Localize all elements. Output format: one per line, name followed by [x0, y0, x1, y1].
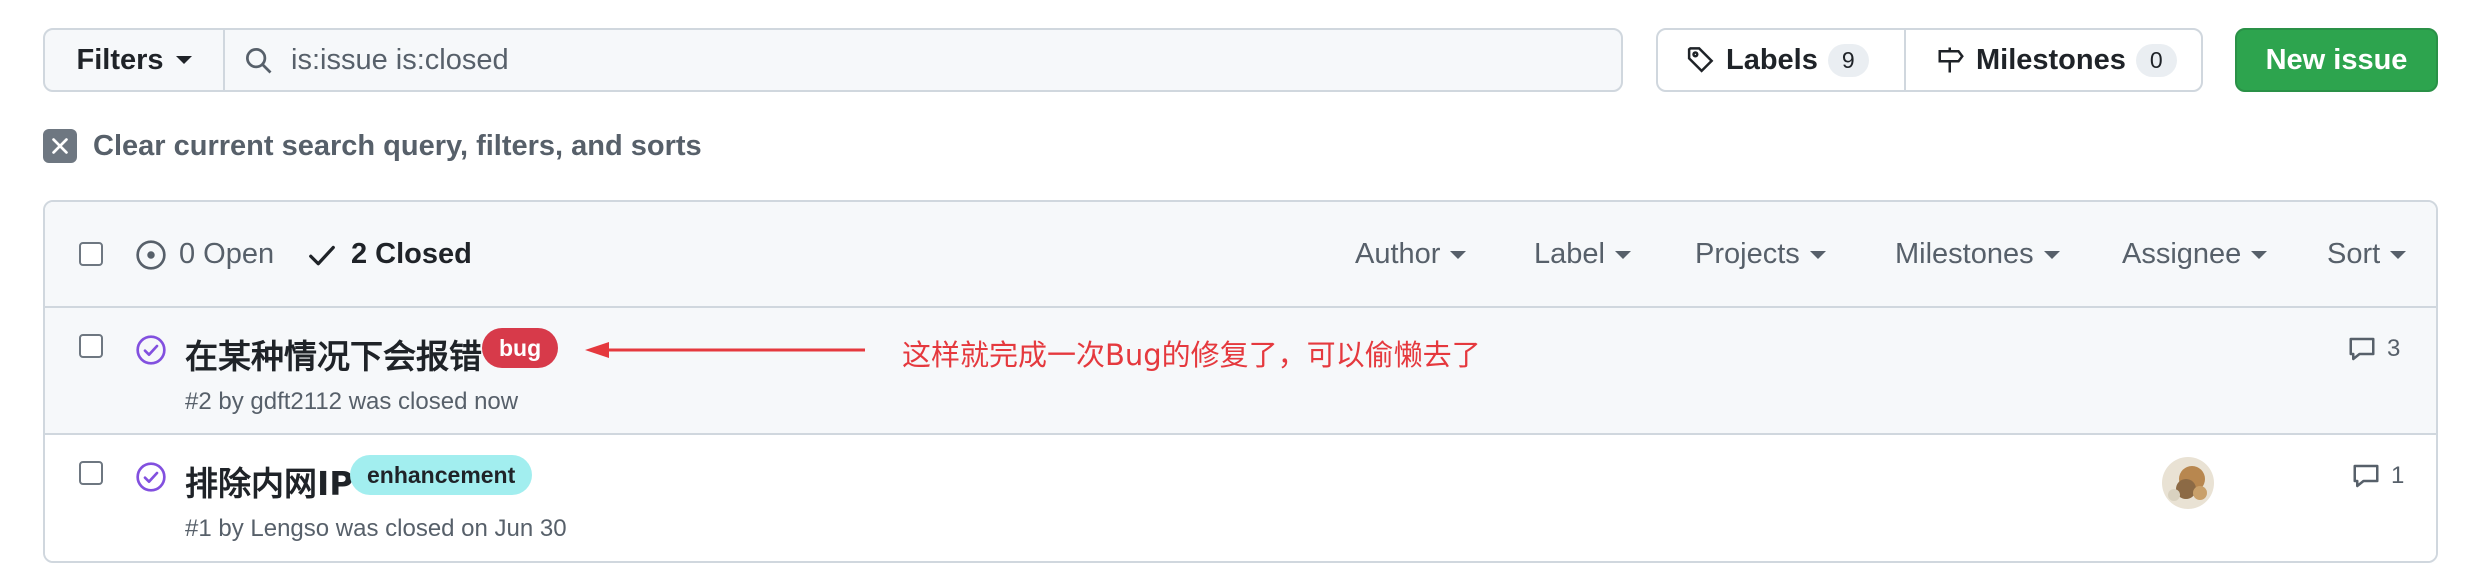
projects-filter-label: Projects: [1695, 238, 1800, 270]
clear-filters-label: Clear current search query, filters, and…: [93, 129, 702, 162]
open-issues-tab[interactable]: 0 Open: [135, 238, 274, 271]
chevron-down-icon: [1614, 250, 1631, 259]
labels-milestones-group: Labels 9 Milestones 0: [1656, 28, 2203, 92]
open-issues-label: 0 Open: [179, 238, 275, 270]
clear-filters-link[interactable]: Clear current search query, filters, and…: [43, 126, 702, 166]
milestones-count-badge: 0: [2135, 43, 2177, 77]
new-issue-button[interactable]: New issue: [2235, 28, 2438, 92]
annotation-text: 这样就完成一次Bug的修复了，可以偷懒去了: [902, 338, 1481, 372]
issue-closed-icon: [136, 335, 166, 365]
issue-meta: #1 by Lengso was closed on Jun 30: [185, 515, 567, 542]
filter-search-bar: Filters: [43, 28, 1623, 92]
label-enhancement[interactable]: enhancement: [350, 455, 533, 495]
comments-count: 3: [2387, 335, 2401, 362]
comments-count: 1: [2391, 462, 2405, 489]
comment-icon: [2353, 464, 2379, 488]
label-bug[interactable]: bug: [482, 328, 559, 368]
milestones-button[interactable]: Milestones 0: [1904, 30, 2195, 90]
chevron-down-icon: [2251, 250, 2268, 259]
select-all-checkbox[interactable]: [79, 242, 103, 266]
comments-link[interactable]: 3: [2347, 334, 2400, 364]
issues-list-header: 0 Open 2 Closed Author Label Projects Mi…: [45, 202, 2436, 308]
labels-button[interactable]: Labels 9: [1658, 30, 1904, 90]
assignee-filter-label: Assignee: [2122, 238, 2242, 270]
search-wrapper: [225, 30, 1621, 90]
closed-issues-label: 2 Closed: [351, 238, 472, 270]
comment-icon: [2349, 337, 2375, 361]
chevron-down-icon: [1809, 250, 1826, 259]
search-input[interactable]: [291, 43, 1621, 77]
issue-checkbox[interactable]: [79, 334, 103, 358]
check-icon: [309, 245, 335, 265]
issue-closed-icon: [136, 462, 166, 492]
milestones-filter-label: Milestones: [1895, 238, 2034, 270]
author-filter-label: Author: [1355, 238, 1441, 270]
assignee-avatar[interactable]: [2162, 457, 2214, 509]
issue-title-link[interactable]: 在某种情况下会报错: [185, 330, 482, 378]
label-filter-label: Label: [1534, 238, 1605, 270]
issue-open-icon: [136, 239, 166, 270]
issue-checkbox[interactable]: [79, 461, 103, 485]
issue-row: 在某种情况下会报错 bug 这样就完成一次Bug的修复了，可以偷懒去了 #2 b…: [45, 308, 2436, 435]
tag-icon: [1687, 47, 1714, 73]
milestones-label: Milestones: [1976, 43, 2126, 76]
closed-issues-tab[interactable]: 2 Closed: [307, 238, 472, 271]
milestone-icon: [1938, 47, 1964, 73]
sort-filter[interactable]: Sort: [2327, 238, 2407, 271]
labels-count-badge: 9: [1827, 43, 1869, 77]
sort-filter-label: Sort: [2327, 238, 2381, 270]
annotation-arrow-icon: [585, 342, 865, 358]
chevron-down-icon: [2390, 250, 2407, 259]
milestones-filter[interactable]: Milestones: [1895, 238, 2060, 271]
issue-title-link[interactable]: 排除内网IP: [185, 457, 353, 505]
author-filter[interactable]: Author: [1355, 238, 1467, 271]
chevron-down-icon: [175, 56, 192, 64]
chevron-down-icon: [2043, 250, 2060, 259]
assignee-filter[interactable]: Assignee: [2122, 238, 2268, 271]
filters-dropdown-button[interactable]: Filters: [45, 30, 225, 90]
issue-row: 排除内网IP enhancement #1 by Lengso was clos…: [45, 435, 2436, 561]
projects-filter[interactable]: Projects: [1695, 238, 1826, 271]
labels-label: Labels: [1726, 43, 1818, 76]
label-filter[interactable]: Label: [1534, 238, 1631, 271]
close-icon: [43, 129, 77, 163]
issues-list: 0 Open 2 Closed Author Label Projects Mi…: [43, 200, 2438, 563]
chevron-down-icon: [1450, 250, 1467, 259]
search-icon: [246, 48, 272, 74]
comments-link[interactable]: 1: [2351, 461, 2404, 491]
issue-meta: #2 by gdft2112 was closed now: [185, 388, 519, 415]
filters-label: Filters: [76, 43, 164, 76]
